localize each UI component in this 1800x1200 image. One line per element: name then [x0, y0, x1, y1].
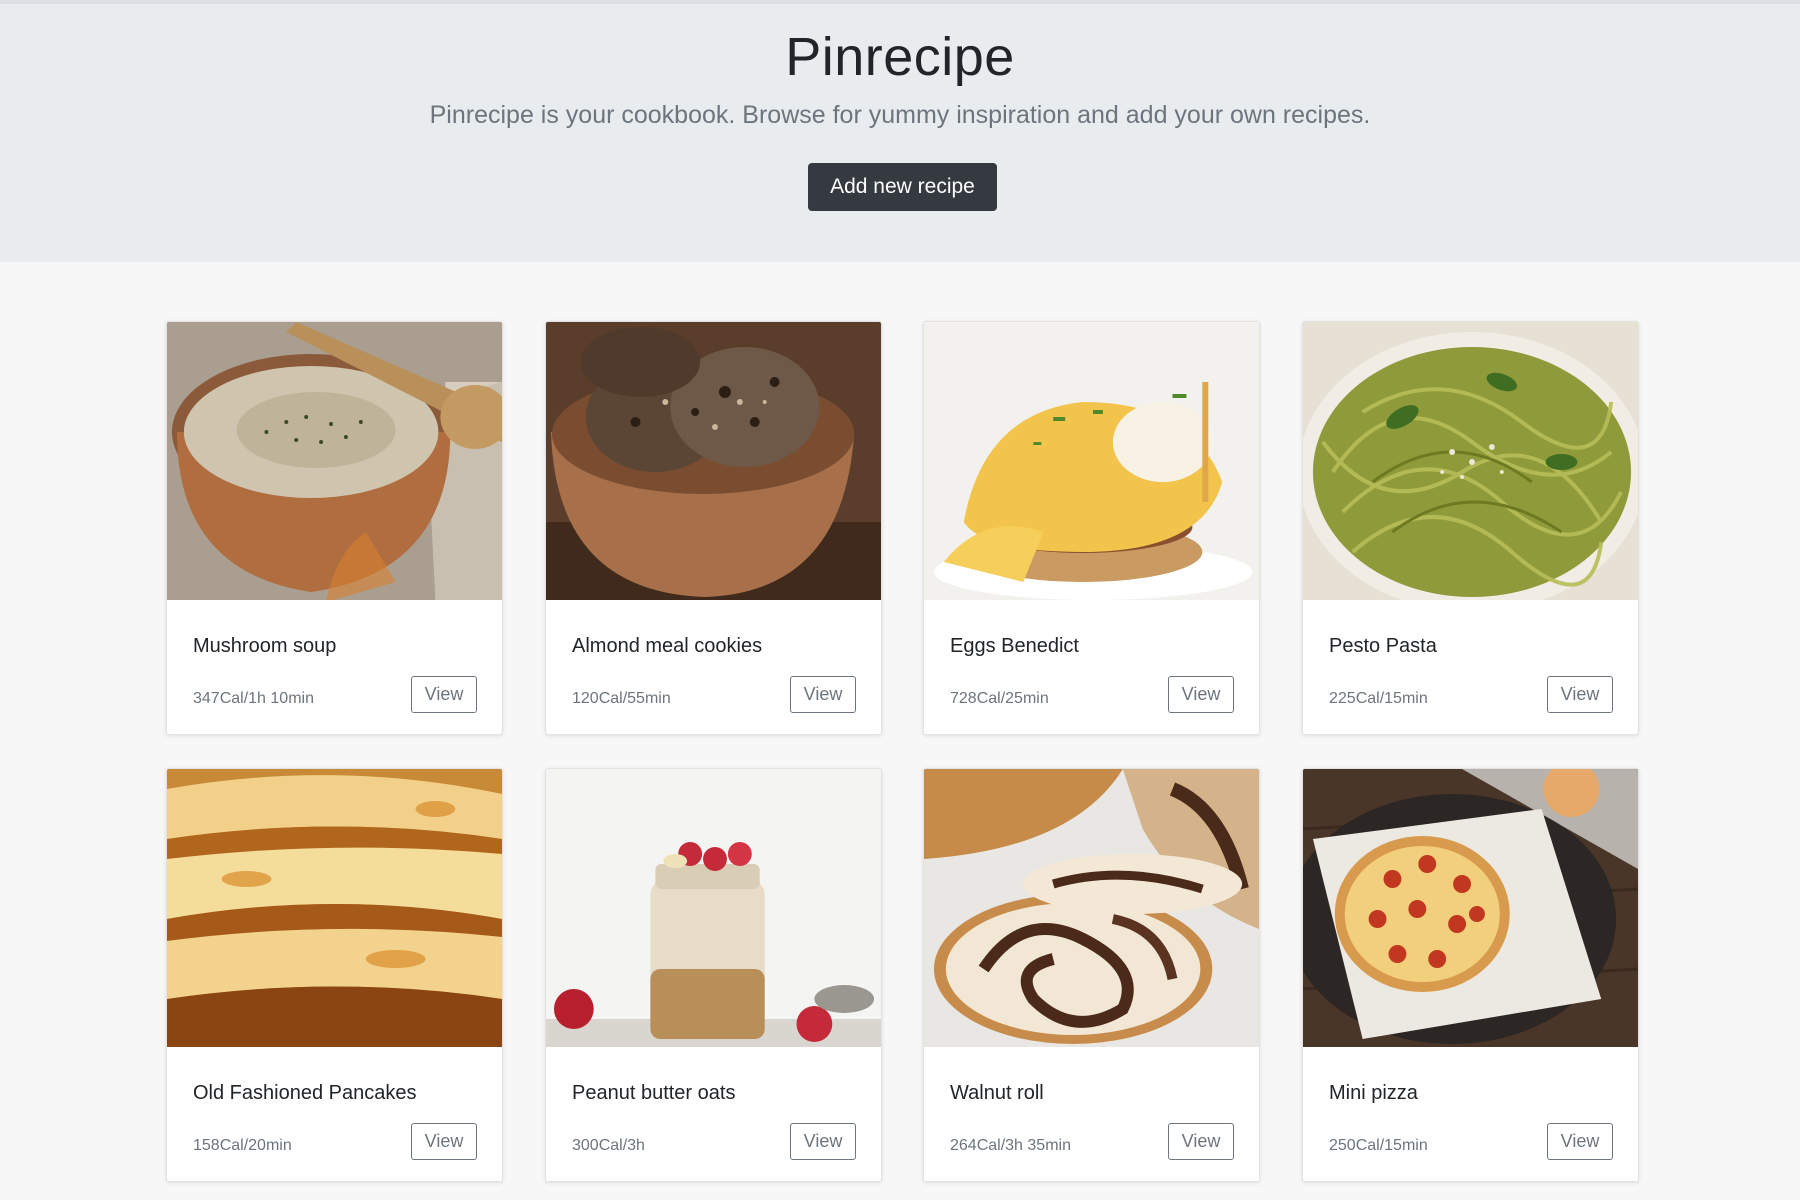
view-button[interactable]: View: [411, 676, 477, 713]
recipe-card: Peanut butter oats 300Cal/3h View: [545, 768, 882, 1182]
recipe-card: Old Fashioned Pancakes 158Cal/20min View: [166, 768, 503, 1182]
recipe-title: Walnut roll: [950, 1082, 1044, 1104]
view-button[interactable]: View: [1168, 676, 1234, 713]
eggs-benedict-photo: [924, 322, 1259, 600]
view-button[interactable]: View: [1547, 1123, 1613, 1160]
recipe-meta: 347Cal/1h 10min: [193, 690, 314, 707]
recipe-card: Eggs Benedict 728Cal/25min View: [923, 321, 1260, 735]
recipe-meta: 158Cal/20min: [193, 1137, 292, 1154]
recipe-title: Almond meal cookies: [572, 635, 763, 657]
recipe-meta: 728Cal/25min: [950, 690, 1049, 707]
view-button[interactable]: View: [1547, 676, 1613, 713]
recipe-title: Old Fashioned Pancakes: [193, 1082, 417, 1104]
view-button[interactable]: View: [790, 676, 856, 713]
recipe-title: Peanut butter oats: [572, 1082, 736, 1104]
recipe-title: Eggs Benedict: [950, 635, 1079, 657]
recipe-title: Mini pizza: [1329, 1082, 1418, 1104]
recipe-meta: 264Cal/3h 35min: [950, 1137, 1071, 1154]
recipe-meta: 120Cal/55min: [572, 690, 671, 707]
add-new-recipe-button[interactable]: Add new recipe: [808, 163, 997, 211]
recipe-meta: 250Cal/15min: [1329, 1137, 1428, 1154]
view-button[interactable]: View: [790, 1123, 856, 1160]
view-button[interactable]: View: [1168, 1123, 1234, 1160]
recipe-card: Pesto Pasta 225Cal/15min View: [1302, 321, 1639, 735]
recipe-card: Walnut roll 264Cal/3h 35min View: [923, 768, 1260, 1182]
recipe-title: Mushroom soup: [193, 635, 337, 657]
recipe-card: Mushroom soup 347Cal/1h 10min View: [166, 321, 503, 735]
page-lead: Pinrecipe is your cookbook. Browse for y…: [429, 101, 1371, 129]
recipe-meta: 300Cal/3h: [572, 1137, 645, 1154]
mini-pizza-photo: [1303, 769, 1638, 1047]
peanut-butter-oats-photo: [546, 769, 881, 1047]
recipe-meta: 225Cal/15min: [1329, 690, 1428, 707]
recipe-card: Mini pizza 250Cal/15min View: [1302, 768, 1639, 1182]
header-jumbotron: Pinrecipe Pinrecipe is your cookbook. Br…: [0, 0, 1800, 262]
pancakes-photo: [167, 769, 502, 1047]
view-button[interactable]: View: [411, 1123, 477, 1160]
page-title: Pinrecipe: [785, 27, 1015, 87]
recipe-title: Pesto Pasta: [1329, 635, 1437, 657]
walnut-roll-photo: [924, 769, 1259, 1047]
pesto-pasta-photo: [1303, 322, 1638, 600]
almond-cookies-photo: [546, 322, 881, 600]
mushroom-soup-photo: [167, 322, 502, 600]
recipe-card: Almond meal cookies 120Cal/55min View: [545, 321, 882, 735]
